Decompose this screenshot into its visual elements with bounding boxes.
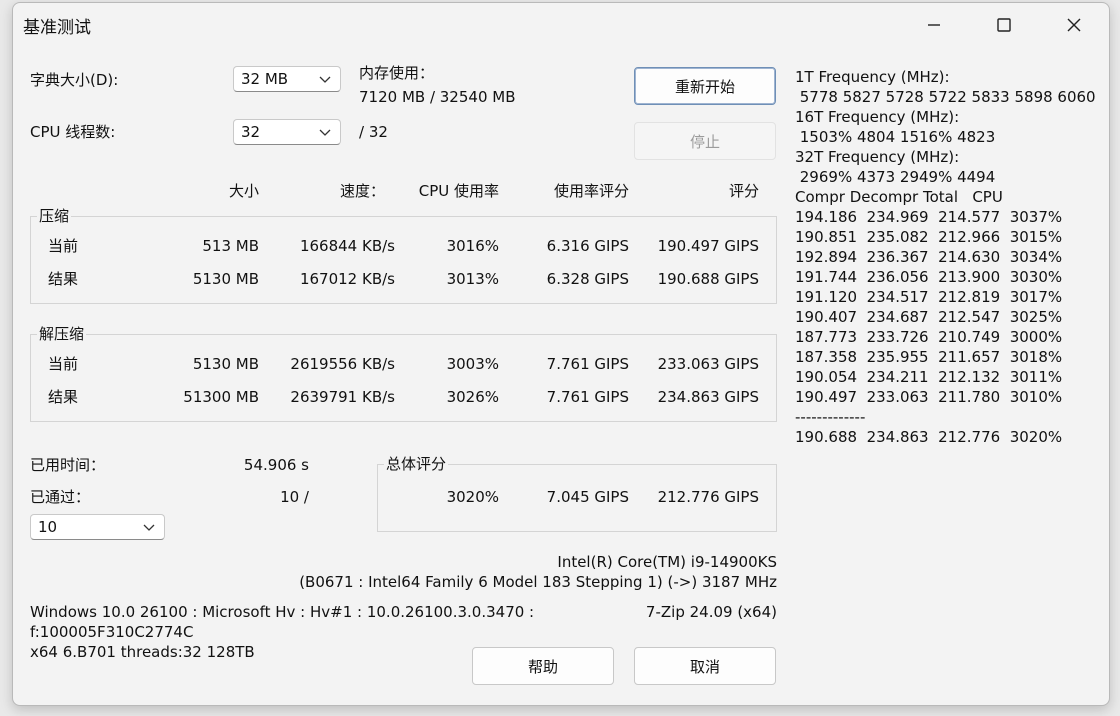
dict-size-select[interactable]: 32 MB bbox=[233, 66, 341, 92]
log-line: 190.497 233.063 211.780 3010% bbox=[795, 388, 1063, 406]
log-line: 191.744 236.056 213.900 3030% bbox=[795, 268, 1063, 286]
elapsed-time-value: 54.906 s bbox=[243, 456, 309, 474]
log-line: 190.688 234.863 212.776 3020% bbox=[795, 428, 1063, 446]
decompress-size: 51300 MB bbox=[183, 388, 259, 406]
decompress-row-label: 结果 bbox=[48, 388, 79, 406]
help-button[interactable]: 帮助 bbox=[472, 647, 614, 685]
close-button[interactable] bbox=[1051, 7, 1097, 43]
system-info-line-3: x64 6.B701 threads:32 128TB bbox=[30, 643, 255, 661]
decompress-cpu-usage: 3026% bbox=[446, 388, 499, 406]
chevron-down-icon bbox=[319, 129, 331, 136]
col-rating: 评分 bbox=[728, 182, 759, 200]
log-line: 1T Frequency (MHz): bbox=[795, 68, 950, 86]
frequency-log: 1T Frequency (MHz): 5778 5827 5728 5722 … bbox=[795, 67, 1101, 447]
compress-legend: 压缩 bbox=[37, 207, 72, 225]
log-line: 190.851 235.082 212.966 3015% bbox=[795, 228, 1063, 246]
log-line: 32T Frequency (MHz): bbox=[795, 148, 960, 166]
log-line: 1503% 4804 1516% 4823 bbox=[795, 128, 996, 146]
col-size: 大小 bbox=[228, 182, 259, 200]
decompress-rating: 234.863 GIPS bbox=[657, 388, 759, 406]
minimize-icon bbox=[928, 24, 940, 26]
decompress-speed: 2619556 KB/s bbox=[290, 355, 395, 373]
compress-speed: 166844 KB/s bbox=[299, 237, 395, 255]
cpu-detail: (B0671 : Intel64 Family 6 Model 183 Step… bbox=[299, 573, 777, 591]
chevron-down-icon bbox=[143, 524, 155, 531]
stop-button[interactable]: 停止 bbox=[634, 122, 776, 160]
dict-size-value: 32 MB bbox=[241, 70, 289, 88]
compress-size: 513 MB bbox=[202, 237, 259, 255]
log-line: 190.054 234.211 212.132 3011% bbox=[795, 368, 1063, 386]
compress-row-label: 结果 bbox=[48, 270, 79, 288]
cpu-name: Intel(R) Core(TM) i9-14900KS bbox=[557, 553, 777, 571]
decompress-rating: 233.063 GIPS bbox=[657, 355, 759, 373]
log-line: 2969% 4373 2949% 4494 bbox=[795, 168, 996, 186]
log-line: 191.120 234.517 212.819 3017% bbox=[795, 288, 1063, 306]
memory-usage-value: 7120 MB / 32540 MB bbox=[359, 88, 516, 106]
compress-size: 5130 MB bbox=[192, 270, 259, 288]
compress-row-label: 当前 bbox=[48, 237, 79, 255]
compress-rating: 190.688 GIPS bbox=[657, 270, 759, 288]
total-rating-legend: 总体评分 bbox=[384, 455, 449, 473]
log-line: 192.894 236.367 214.630 3034% bbox=[795, 248, 1063, 266]
cpu-threads-select[interactable]: 32 bbox=[233, 119, 341, 145]
log-line: 187.358 235.955 211.657 3018% bbox=[795, 348, 1063, 366]
log-line: 187.773 233.726 210.749 3000% bbox=[795, 328, 1063, 346]
decompress-group bbox=[30, 334, 777, 422]
maximize-button[interactable] bbox=[981, 7, 1027, 43]
passes-value: 10 / bbox=[280, 488, 309, 506]
close-icon bbox=[1067, 18, 1081, 32]
total-cpu-usage: 3020% bbox=[446, 488, 499, 506]
memory-usage-label: 内存使用： bbox=[359, 64, 435, 82]
decompress-rating-per-usage: 7.761 GIPS bbox=[546, 388, 629, 406]
passes-select[interactable]: 10 bbox=[30, 514, 165, 540]
decompress-legend: 解压缩 bbox=[37, 325, 87, 343]
title-bar[interactable]: 基准测试 bbox=[13, 3, 1109, 45]
compress-group bbox=[30, 216, 777, 304]
decompress-size: 5130 MB bbox=[192, 355, 259, 373]
window-title: 基准测试 bbox=[23, 18, 91, 38]
elapsed-time-label: 已用时间： bbox=[30, 456, 106, 474]
chevron-down-icon bbox=[319, 76, 331, 83]
col-rating-per-usage: 使用率评分 bbox=[553, 182, 629, 200]
total-rating-per-usage: 7.045 GIPS bbox=[546, 488, 629, 506]
passes-select-value: 10 bbox=[38, 518, 58, 536]
compress-rating-per-usage: 6.328 GIPS bbox=[546, 270, 629, 288]
compress-cpu-usage: 3013% bbox=[446, 270, 499, 288]
compress-rating: 190.497 GIPS bbox=[657, 237, 759, 255]
log-line: ------------- bbox=[795, 408, 866, 426]
cpu-threads-label: CPU 线程数: bbox=[30, 123, 116, 141]
log-line: 16T Frequency (MHz): bbox=[795, 108, 960, 126]
total-rating: 212.776 GIPS bbox=[657, 488, 759, 506]
log-line: 5778 5827 5728 5722 5833 5898 6060 bbox=[795, 88, 1096, 106]
maximize-icon bbox=[997, 18, 1011, 32]
compress-rating-per-usage: 6.316 GIPS bbox=[546, 237, 629, 255]
decompress-rating-per-usage: 7.761 GIPS bbox=[546, 355, 629, 373]
log-line: 194.186 234.969 214.577 3037% bbox=[795, 208, 1063, 226]
log-line: 190.407 234.687 212.547 3025% bbox=[795, 308, 1063, 326]
app-version: 7-Zip 24.09 (x64) bbox=[645, 603, 777, 621]
restart-button[interactable]: 重新开始 bbox=[634, 67, 776, 105]
passes-label: 已通过： bbox=[30, 488, 91, 506]
cancel-button[interactable]: 取消 bbox=[634, 647, 776, 685]
system-info-line-1: Windows 10.0 26100 : Microsoft Hv : Hv#1… bbox=[30, 603, 535, 621]
decompress-cpu-usage: 3003% bbox=[446, 355, 499, 373]
dict-size-label: 字典大小(D): bbox=[30, 71, 119, 89]
compress-cpu-usage: 3016% bbox=[446, 237, 499, 255]
cpu-threads-max: / 32 bbox=[359, 123, 388, 141]
decompress-speed: 2639791 KB/s bbox=[290, 388, 395, 406]
system-info-line-2: f:100005F310C2774C bbox=[30, 623, 194, 641]
benchmark-window: 基准测试 字典大小(D): 32 MB 内存使用： 7120 MB / 3254… bbox=[12, 2, 1110, 706]
col-cpu-usage: CPU 使用率 bbox=[418, 182, 499, 200]
col-speed: 速度： bbox=[339, 182, 385, 200]
log-line: Compr Decompr Total CPU bbox=[795, 188, 1003, 206]
decompress-row-label: 当前 bbox=[48, 355, 79, 373]
minimize-button[interactable] bbox=[911, 7, 957, 43]
compress-speed: 167012 KB/s bbox=[299, 270, 395, 288]
cpu-threads-value: 32 bbox=[241, 123, 261, 141]
